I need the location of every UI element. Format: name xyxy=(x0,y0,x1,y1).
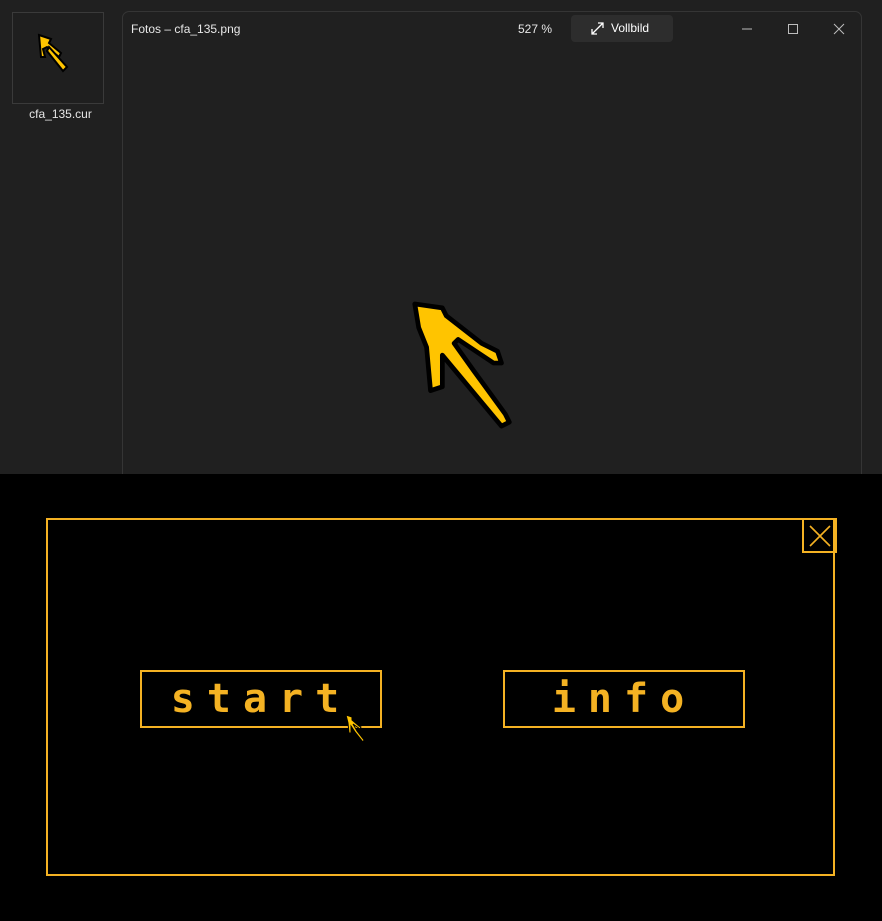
mouse-cursor-icon xyxy=(345,714,365,743)
fullscreen-label: Vollbild xyxy=(611,21,650,35)
maximize-icon xyxy=(788,24,798,34)
file-name-label[interactable]: cfa_135.cur xyxy=(10,107,111,121)
info-button[interactable]: info xyxy=(503,670,745,728)
close-icon xyxy=(833,23,845,35)
expand-icon xyxy=(591,22,604,35)
window-title: Fotos – cfa_135.png xyxy=(131,22,241,36)
image-viewer-canvas[interactable] xyxy=(123,46,861,474)
zoom-level[interactable]: 527 % xyxy=(518,22,552,36)
menu-frame: start info xyxy=(46,518,837,876)
close-window-button[interactable] xyxy=(822,18,856,40)
file-thumbnail[interactable] xyxy=(12,12,104,104)
photos-app-window: Fotos – cfa_135.png 527 % Vollbild xyxy=(122,11,862,474)
menu-close-button[interactable] xyxy=(802,518,837,553)
maximize-button[interactable] xyxy=(776,18,810,40)
game-window: start info xyxy=(0,474,882,921)
fullscreen-button[interactable]: Vollbild xyxy=(571,15,673,42)
desktop-area: cfa_135.cur Fotos – cfa_135.png 527 % Vo… xyxy=(0,0,882,474)
title-bar[interactable]: Fotos – cfa_135.png 527 % Vollbild xyxy=(123,12,861,46)
close-x-icon xyxy=(809,525,831,547)
cursor-image xyxy=(412,301,512,429)
minimize-icon xyxy=(742,28,752,30)
cursor-file-icon xyxy=(37,33,69,73)
minimize-button[interactable] xyxy=(730,18,764,40)
